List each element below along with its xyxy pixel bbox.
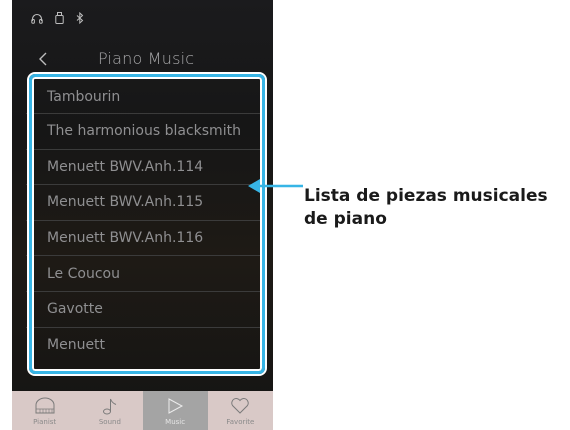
tab-favorite[interactable]: Favorite [208,391,273,430]
list-item[interactable]: Menuett BWV.Anh.115 [26,185,267,221]
tab-sound[interactable]: Sound [77,391,142,430]
tab-pianist[interactable]: Pianist [12,391,77,430]
tab-label: Pianist [33,418,57,426]
list-item[interactable]: Le Coucou [26,256,267,292]
list-item[interactable]: The harmonious blacksmith [26,114,267,150]
header: Piano Music [12,44,273,74]
tab-label: Sound [98,418,121,426]
callout-line-2: de piano [304,209,387,229]
page-title: Piano Music [98,49,195,68]
list-item[interactable]: Menuett [26,328,267,364]
list-item[interactable]: Menuett BWV.Anh.114 [26,150,267,186]
chevron-left-icon[interactable] [34,48,54,70]
usb-icon [55,12,64,24]
play-icon [166,397,184,415]
bluetooth-icon [76,12,84,24]
music-note-icon [101,397,119,415]
headphones-icon [31,13,43,24]
status-bar [12,0,273,36]
bottom-nav: Pianist Sound Music Favorite [12,391,273,430]
tab-label: Music [165,418,186,426]
app-screen: Piano Music Tambourin The harmonious bla… [12,0,273,430]
heart-icon [230,397,250,415]
callout-line-1: Lista de piezas musicales [304,186,548,206]
callout-label: Lista de piezas musicales de piano [304,185,564,231]
list-item[interactable]: Gavotte [26,292,267,328]
tab-label: Favorite [226,418,255,426]
piano-music-list: Tambourin The harmonious blacksmith Menu… [26,80,267,368]
list-item[interactable]: Menuett BWV.Anh.116 [26,221,267,257]
callout-arrow-icon [247,176,305,201]
piano-icon [34,397,56,415]
tab-music[interactable]: Music [142,391,208,430]
list-item[interactable]: Tambourin [26,80,267,114]
